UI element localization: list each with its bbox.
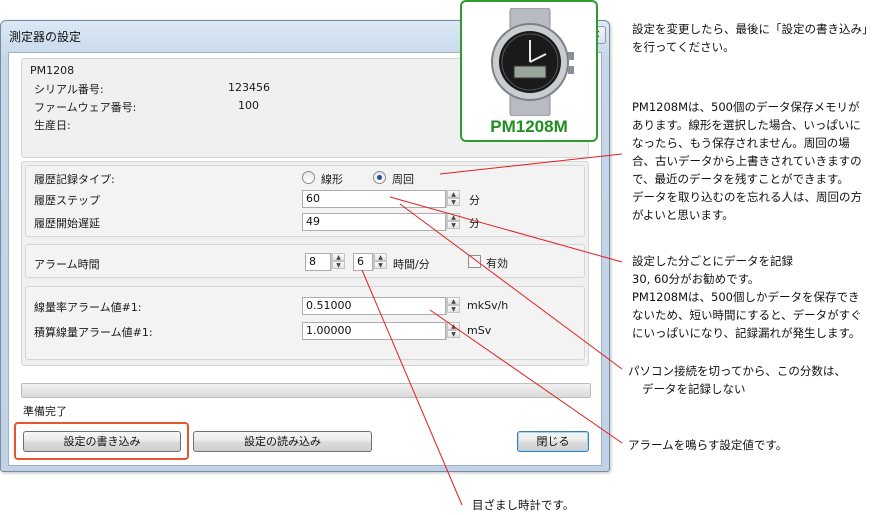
line-alarm-value: [429, 309, 623, 444]
annotation-line: パソコン接続を切ってから、この分数は、: [628, 364, 846, 378]
annotation-line: 30, 60分がお勧めです。: [632, 272, 760, 286]
annotation-line: 合、古いデータから上書きされていきますの: [632, 154, 862, 168]
annotation-line: で、最近のデータを残すことができます。: [632, 172, 849, 186]
line-history-type: [439, 153, 623, 175]
annotation-line: PM1208Mは、500個しかデータを保存でき: [632, 290, 860, 304]
annotation-history-step: 設定した分ごとにデータを記録 30, 60分がお勧めです。 PM1208Mは、5…: [632, 252, 862, 342]
annotation-top: 設定を変更したら、最後に「設定の書き込み」 を行ってください。: [632, 20, 874, 56]
line-history-step: [389, 196, 623, 263]
annotation-line: PM1208Mは、500個のデータ保存メモリが: [632, 100, 860, 114]
annotation-line: がよいと思います。: [632, 208, 734, 222]
line-alarm-clock: [361, 269, 463, 506]
annotation-line: 設定を変更したら、最後に「設定の書き込み」: [632, 22, 874, 36]
annotation-line: データを記録しない: [642, 382, 746, 396]
annotation-history-type: PM1208Mは、500個のデータ保存メモリが あります。線形を選択した場合、い…: [632, 98, 862, 224]
annotation-line: を行ってください。: [632, 40, 735, 54]
annotation-line: にいっぱいになり、記録漏れが発生します。: [632, 326, 861, 340]
annotation-alarm-clock: 目ざまし時計です。: [472, 498, 575, 512]
annotation-line: データを取り込むのを忘れる人は、周回の方: [632, 190, 862, 204]
annotation-history-delay: パソコン接続を切ってから、この分数は、 データを記録しない: [628, 362, 846, 398]
annotation-line: なったら、もう保存されません。周回の場: [632, 136, 850, 150]
annotation-line: ないため、短い時間にすると、データがすぐ: [632, 308, 862, 322]
line-history-delay: [399, 203, 623, 370]
annotation-line: 設定した分ごとにデータを記録: [632, 254, 793, 268]
annotation-alarm-value: アラームを鳴らす設定値です。: [628, 438, 788, 452]
annotation-line: あります。線形を選択した場合、いっぱいに: [632, 118, 861, 132]
